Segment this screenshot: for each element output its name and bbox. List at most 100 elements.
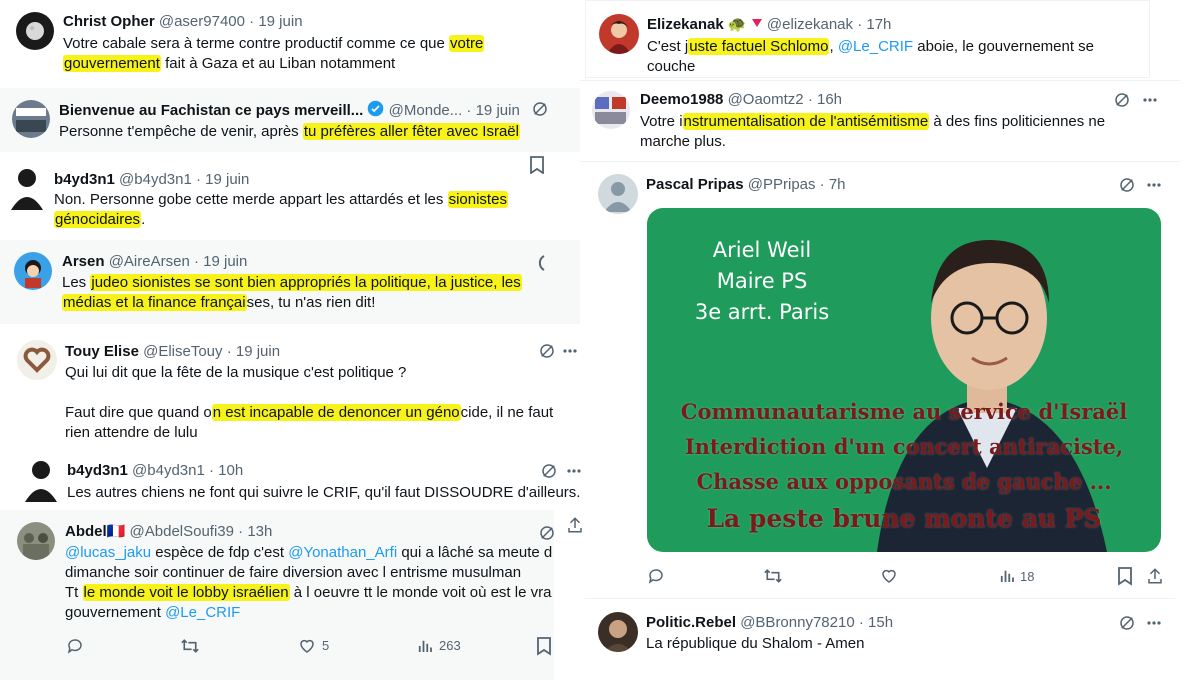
author-handle[interactable]: @PPripas bbox=[748, 176, 816, 193]
author-handle[interactable]: @Oaomtz2 bbox=[728, 91, 804, 108]
reply-icon[interactable] bbox=[647, 567, 665, 585]
tweet-header: Pascal Pripas @PPripas · 7h bbox=[646, 175, 846, 194]
tweet-deemo1988[interactable]: Deemo1988 @Oaomtz2 · 16h Votre instrumen… bbox=[580, 80, 1180, 162]
mention-link[interactable]: @Le_CRIF bbox=[838, 38, 913, 55]
more-options-icon[interactable] bbox=[1147, 620, 1161, 626]
grok-icon[interactable] bbox=[540, 462, 558, 480]
author-name[interactable]: Touy Elise bbox=[65, 343, 139, 360]
author-handle[interactable]: @AireArsen bbox=[109, 253, 190, 270]
repost-icon[interactable] bbox=[180, 637, 200, 655]
avatar[interactable] bbox=[12, 100, 50, 138]
tweet-time[interactable]: 7h bbox=[829, 176, 846, 193]
tweet-time[interactable]: 13h bbox=[247, 523, 272, 540]
tweet-b4yd3n1-2[interactable]: b4yd3n1 @b4yd3n1 · 10h Les autres chiens… bbox=[0, 452, 590, 510]
tweet-time[interactable]: 10h bbox=[218, 462, 243, 479]
more-options-icon[interactable] bbox=[567, 468, 581, 474]
author-handle[interactable]: @aser97400 bbox=[159, 13, 245, 30]
tweet-politic-rebel[interactable]: Politic.Rebel @BBronny78210 · 15h La rép… bbox=[585, 598, 1175, 668]
author-name[interactable]: Abdel bbox=[65, 523, 107, 540]
more-options-icon[interactable] bbox=[563, 348, 577, 354]
author-name[interactable]: Arsen bbox=[62, 253, 105, 270]
author-handle[interactable]: @EliseTouy bbox=[143, 343, 222, 360]
grok-icon[interactable] bbox=[534, 254, 546, 272]
tweet-time[interactable]: 15h bbox=[868, 614, 893, 631]
avatar[interactable] bbox=[598, 174, 638, 214]
grok-icon[interactable] bbox=[1118, 614, 1136, 632]
bookmark-icon[interactable] bbox=[536, 636, 552, 656]
avatar[interactable] bbox=[17, 340, 57, 380]
tweet-media-image[interactable]: Ariel Weil Maire PS 3e arrt. Paris Commu… bbox=[647, 208, 1161, 552]
tweet-b4yd3n1-1[interactable]: b4yd3n1 @b4yd3n1 · 19 juin Non. Personne… bbox=[0, 156, 580, 236]
mention-link[interactable]: @lucas_jaku bbox=[65, 544, 151, 561]
avatar[interactable] bbox=[16, 12, 54, 50]
author-handle[interactable]: @elizekanak bbox=[767, 16, 853, 33]
grok-icon[interactable] bbox=[538, 342, 556, 360]
group-photo-icon bbox=[23, 533, 49, 560]
tweet-time[interactable]: 19 juin bbox=[203, 253, 247, 270]
highlighted-text: sionistes bbox=[447, 191, 508, 208]
cartoon-avatar-icon bbox=[25, 260, 41, 288]
tweet-time[interactable]: 19 juin bbox=[236, 343, 280, 360]
text-segment: à des fins politiciennes ne bbox=[929, 113, 1106, 130]
tweet-arsen[interactable]: Arsen @AireArsen · 19 juin Les judeo sio… bbox=[0, 240, 580, 324]
avatar[interactable] bbox=[592, 91, 630, 129]
avatar[interactable] bbox=[17, 522, 55, 560]
tweet-header: Abdel🇫🇷 @AbdelSoufi39 · 13h bbox=[65, 522, 272, 541]
bookmark-icon[interactable] bbox=[529, 156, 545, 174]
author-name[interactable]: Politic.Rebel bbox=[646, 614, 736, 631]
tweet-time[interactable]: 17h bbox=[866, 16, 891, 33]
more-options-icon[interactable] bbox=[1147, 182, 1161, 188]
author-name[interactable]: b4yd3n1 bbox=[54, 171, 115, 188]
tweet-time[interactable]: 19 juin bbox=[258, 13, 302, 30]
tweet-fachistan[interactable]: Bienvenue au Fachistan ce pays merveill.… bbox=[0, 88, 580, 152]
repost-icon[interactable] bbox=[763, 567, 783, 585]
grok-icon[interactable] bbox=[538, 524, 554, 542]
text-segment: qui a lâché sa meute d bbox=[397, 544, 553, 561]
avatar[interactable] bbox=[22, 458, 60, 502]
avatar[interactable] bbox=[14, 252, 52, 290]
tweet-christ-opher[interactable]: Christ Opher @aser97400 · 19 juin Votre … bbox=[0, 0, 580, 84]
grok-icon[interactable] bbox=[1113, 91, 1131, 109]
grok-icon[interactable] bbox=[1118, 176, 1136, 194]
bookmark-icon[interactable] bbox=[1117, 566, 1133, 586]
author-name[interactable]: Christ Opher bbox=[63, 13, 155, 30]
text-segment: Les bbox=[62, 274, 91, 291]
author-handle[interactable]: @AbdelSoufi39 bbox=[130, 523, 234, 540]
more-options-icon[interactable] bbox=[1143, 97, 1157, 103]
mention-link[interactable]: @Yonathan_Arfi bbox=[288, 544, 397, 561]
text-line: La république du Shalom - Amen bbox=[646, 635, 865, 652]
like-icon[interactable] bbox=[880, 567, 898, 585]
mention-link[interactable]: @Le_CRIF bbox=[165, 604, 240, 621]
share-icon[interactable] bbox=[566, 516, 584, 534]
author-handle[interactable]: @b4yd3n1 bbox=[119, 171, 192, 188]
grok-icon[interactable] bbox=[531, 100, 549, 118]
author-handle[interactable]: @Monde... bbox=[389, 102, 463, 119]
author-name[interactable]: Deemo1988 bbox=[640, 91, 723, 108]
views-icon[interactable] bbox=[998, 567, 1016, 585]
tweet-elizekanak[interactable]: Elizekanak 🐢 @elizekanak · 17h C'est jus… bbox=[585, 0, 1150, 78]
author-name[interactable]: Bienvenue au Fachistan ce pays merveill.… bbox=[59, 102, 363, 119]
author-handle[interactable]: @BBronny78210 bbox=[740, 614, 854, 631]
tweet-abdel[interactable]: Abdel🇫🇷 @AbdelSoufi39 · 13h @lucas_jaku … bbox=[0, 510, 554, 680]
tweet-header: Politic.Rebel @BBronny78210 · 15h bbox=[646, 613, 893, 632]
share-icon[interactable] bbox=[1146, 567, 1164, 585]
author-handle[interactable]: @b4yd3n1 bbox=[132, 462, 205, 479]
tweet-time[interactable]: 19 juin bbox=[205, 171, 249, 188]
avatar[interactable] bbox=[599, 14, 639, 54]
author-name[interactable]: Pascal Pripas bbox=[646, 176, 744, 193]
separator-dot: · bbox=[858, 614, 864, 631]
tweet-time[interactable]: 19 juin bbox=[476, 102, 520, 119]
reply-icon[interactable] bbox=[66, 637, 84, 655]
avatar[interactable] bbox=[8, 166, 46, 210]
like-icon[interactable] bbox=[298, 637, 316, 655]
author-name[interactable]: Elizekanak bbox=[647, 16, 724, 33]
view-count: 18 bbox=[1020, 569, 1035, 584]
separator-dot: · bbox=[208, 462, 214, 479]
text-segment: Tt bbox=[65, 584, 83, 601]
tweet-header: b4yd3n1 @b4yd3n1 · 10h bbox=[67, 461, 243, 480]
tweet-time[interactable]: 16h bbox=[817, 91, 842, 108]
views-icon[interactable] bbox=[416, 637, 434, 655]
author-name[interactable]: b4yd3n1 bbox=[67, 462, 128, 479]
avatar[interactable] bbox=[598, 612, 638, 652]
tweet-touy-elise[interactable]: Touy Elise @EliseTouy · 19 juin Qui lui … bbox=[0, 328, 580, 452]
